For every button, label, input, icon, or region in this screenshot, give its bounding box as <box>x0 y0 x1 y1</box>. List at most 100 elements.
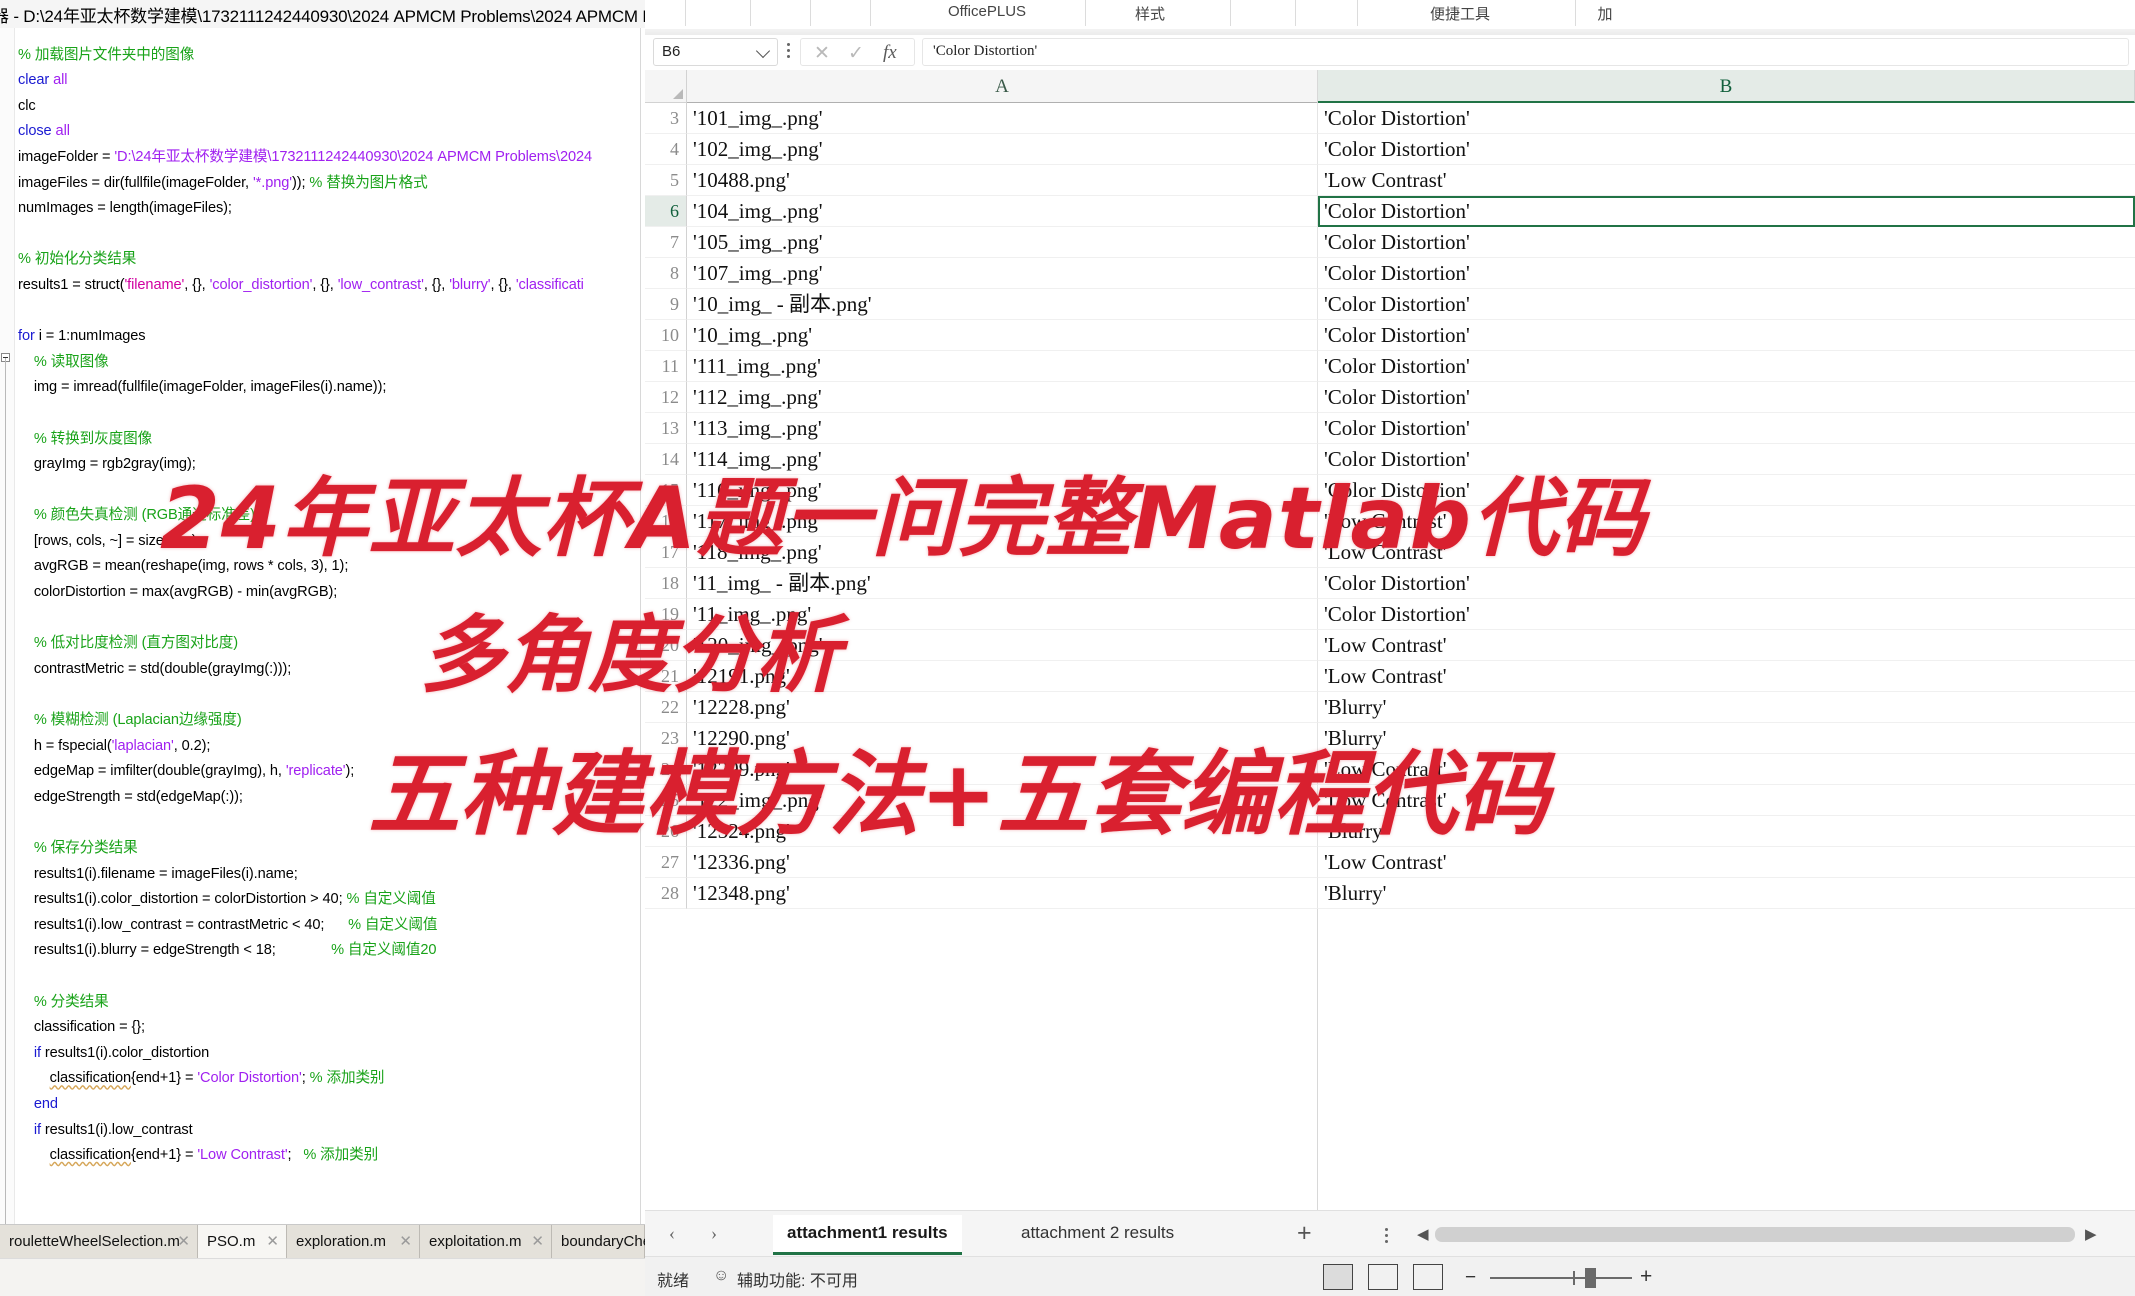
hscroll-left-icon[interactable]: ◀ <box>1417 1225 1429 1243</box>
cancel-icon[interactable]: ✕ <box>814 42 830 65</box>
ribbon-group-officeplus[interactable]: OfficePLUS <box>917 3 1057 20</box>
table-cell-b[interactable]: 'Color Distortion' <box>1318 382 2135 413</box>
table-cell-a[interactable]: '112_img_.png' <box>687 382 1318 413</box>
view-page-layout-button[interactable] <box>1368 1264 1398 1290</box>
row-header[interactable]: 23 <box>645 723 687 754</box>
row-header[interactable]: 7 <box>645 227 687 258</box>
table-cell-a[interactable]: '120_img_.png' <box>687 630 1318 661</box>
row-header[interactable]: 25 <box>645 785 687 816</box>
ribbon-group-handy-tools[interactable]: 便捷工具 <box>1385 3 1535 24</box>
file-tab-boundarycheck[interactable]: boundaryChe <box>552 1225 645 1259</box>
ribbon-group-addins[interactable]: 加 <box>1575 3 1635 24</box>
matlab-code-area[interactable]: % 加载图片文件夹中的图像 clear all clc close all im… <box>0 28 645 1224</box>
matlab-source-code[interactable]: % 加载图片文件夹中的图像 clear all clc close all im… <box>18 43 645 1169</box>
row-header[interactable]: 24 <box>645 754 687 785</box>
file-tab-exploitation[interactable]: exploitation.m ✕ <box>420 1225 552 1259</box>
ribbon-group-styles[interactable]: 样式 <box>1100 3 1200 24</box>
row-header[interactable]: 21 <box>645 661 687 692</box>
table-cell-a[interactable]: '102_img_.png' <box>687 134 1318 165</box>
table-cell-b[interactable]: 'Blurry' <box>1318 723 2135 754</box>
file-tab-pso[interactable]: PSO.m ✕ <box>198 1225 287 1259</box>
table-cell-b[interactable]: 'Color Distortion' <box>1318 227 2135 258</box>
close-icon[interactable]: ✕ <box>177 1225 190 1259</box>
table-cell-a[interactable]: '118_img_.png' <box>687 537 1318 568</box>
table-cell-b[interactable]: 'Color Distortion' <box>1318 599 2135 630</box>
row-header[interactable]: 4 <box>645 134 687 165</box>
table-cell-b[interactable]: 'Color Distortion' <box>1318 289 2135 320</box>
row-header[interactable]: 16 <box>645 506 687 537</box>
hscroll-right-icon[interactable]: ▶ <box>2085 1225 2097 1243</box>
table-cell-a[interactable]: '12191.png' <box>687 661 1318 692</box>
table-cell-a[interactable]: '116_img_.png' <box>687 475 1318 506</box>
table-cell-b[interactable]: 'Low Contrast' <box>1318 537 2135 568</box>
table-cell-a[interactable]: '10488.png' <box>687 165 1318 196</box>
table-cell-a[interactable]: '12336.png' <box>687 847 1318 878</box>
table-cell-b[interactable]: 'Low Contrast' <box>1318 661 2135 692</box>
table-cell-b[interactable]: 'Color Distortion' <box>1318 413 2135 444</box>
row-header[interactable]: 3 <box>645 103 687 134</box>
table-cell-a[interactable]: '104_img_.png' <box>687 196 1318 227</box>
file-tab-exploration[interactable]: exploration.m ✕ <box>287 1225 420 1259</box>
sheet-overflow-icon[interactable] <box>1385 1228 1389 1246</box>
row-header[interactable]: 6 <box>645 196 687 227</box>
table-cell-a[interactable]: '11_img_ - 副本.png' <box>687 568 1318 599</box>
column-header-b[interactable]: B <box>1318 70 2135 103</box>
table-cell-b[interactable]: 'Color Distortion' <box>1318 103 2135 134</box>
view-page-break-button[interactable] <box>1413 1264 1443 1290</box>
table-cell-a[interactable]: '12324.png' <box>687 816 1318 847</box>
row-header[interactable]: 17 <box>645 537 687 568</box>
table-cell-b[interactable]: 'Color Distortion' <box>1318 351 2135 382</box>
row-header[interactable]: 26 <box>645 816 687 847</box>
table-cell-b[interactable]: 'Color Distortion' <box>1318 568 2135 599</box>
row-header[interactable]: 14 <box>645 444 687 475</box>
column-header-a[interactable]: A <box>687 70 1318 103</box>
insert-function-icon[interactable]: fx <box>883 42 897 64</box>
chevron-down-icon[interactable] <box>755 43 771 59</box>
table-cell-a[interactable]: '111_img_.png' <box>687 351 1318 382</box>
view-normal-button[interactable] <box>1323 1264 1353 1290</box>
table-cell-b[interactable]: 'Blurry' <box>1318 816 2135 847</box>
row-header[interactable]: 22 <box>645 692 687 723</box>
spreadsheet-grid[interactable]: A B 3'101_img_.png' 'Color Distortion' 4'1… <box>645 70 2135 1210</box>
ribbon-groups-bar[interactable]: OfficePLUS 样式 便捷工具 加 <box>645 0 2135 30</box>
table-cell-b[interactable]: 'Color Distortion' <box>1318 134 2135 165</box>
table-cell-b[interactable]: 'Low Contrast' <box>1318 754 2135 785</box>
table-cell-b[interactable]: 'Blurry' <box>1318 692 2135 723</box>
close-icon[interactable]: ✕ <box>399 1225 412 1259</box>
formula-input[interactable]: 'Color Distortion' <box>922 38 2129 66</box>
row-header[interactable]: 20 <box>645 630 687 661</box>
horizontal-scrollbar[interactable] <box>1435 1227 2075 1242</box>
matlab-file-tab-bar[interactable]: rouletteWheelSelection.m ✕ PSO.m ✕ explo… <box>0 1224 645 1259</box>
sheet-tab-bar[interactable]: ‹ › attachment1 results attachment 2 res… <box>645 1210 2135 1257</box>
file-tab-roulettewheelselection[interactable]: rouletteWheelSelection.m ✕ <box>0 1225 198 1259</box>
table-cell-a[interactable]: '12348.png' <box>687 878 1318 909</box>
table-cell-a[interactable]: '105_img_.png' <box>687 227 1318 258</box>
table-cell-a[interactable]: '113_img_.png' <box>687 413 1318 444</box>
row-header[interactable]: 5 <box>645 165 687 196</box>
sheet-prev-icon[interactable]: ‹ <box>661 1223 683 1245</box>
table-cell-a[interactable]: '122_img_.png' <box>687 785 1318 816</box>
row-header[interactable]: 12 <box>645 382 687 413</box>
table-cell-b[interactable]: 'Blurry' <box>1318 878 2135 909</box>
row-header[interactable]: 9 <box>645 289 687 320</box>
row-header[interactable]: 19 <box>645 599 687 630</box>
table-cell-b[interactable]: 'Color Distortion' <box>1318 196 2135 227</box>
sheet-tab-attachment1-results[interactable]: attachment1 results <box>773 1215 962 1255</box>
table-cell-a[interactable]: '107_img_.png' <box>687 258 1318 289</box>
table-cell-b[interactable]: 'Low Contrast' <box>1318 847 2135 878</box>
table-cell-b[interactable]: 'Low Contrast' <box>1318 506 2135 537</box>
row-header[interactable]: 13 <box>645 413 687 444</box>
row-header[interactable]: 27 <box>645 847 687 878</box>
table-cell-a[interactable]: '12299.png' <box>687 754 1318 785</box>
table-cell-b[interactable]: 'Color Distortion' <box>1318 444 2135 475</box>
table-cell-b[interactable]: 'Color Distortion' <box>1318 320 2135 351</box>
table-cell-a[interactable]: '10_img_ - 副本.png' <box>687 289 1318 320</box>
zoom-slider-handle[interactable] <box>1585 1268 1596 1288</box>
table-cell-b[interactable]: 'Color Distortion' <box>1318 258 2135 289</box>
table-cell-b[interactable]: 'Color Distortion' <box>1318 475 2135 506</box>
select-all-corner[interactable] <box>645 70 687 103</box>
table-cell-b[interactable]: 'Low Contrast' <box>1318 785 2135 816</box>
table-cell-b[interactable]: 'Low Contrast' <box>1318 165 2135 196</box>
row-header[interactable]: 8 <box>645 258 687 289</box>
row-header[interactable]: 11 <box>645 351 687 382</box>
